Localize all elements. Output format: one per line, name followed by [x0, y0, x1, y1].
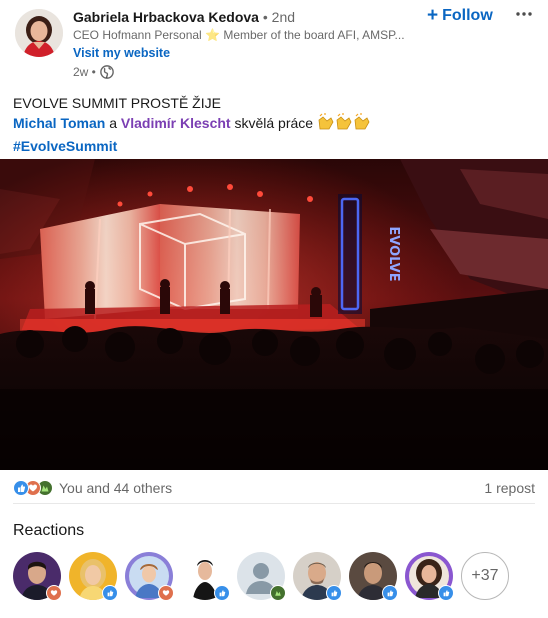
divider [13, 503, 535, 504]
insightful-icon [270, 585, 286, 601]
connection-degree: • 2nd [262, 9, 296, 25]
hashtag-evolvesummit[interactable]: #EvolveSummit [13, 136, 533, 156]
reactors-list: +37 [13, 552, 548, 601]
post-video[interactable]: EVOLVE [0, 159, 548, 470]
author-headline: CEO Hofmann Personal ⭐ Member of the boa… [73, 28, 405, 42]
globe-icon [100, 65, 114, 79]
mention-michal-toman[interactable]: Michal Toman [13, 115, 105, 131]
author-name-row: Gabriela Hrbackova Kedova • 2nd [73, 9, 295, 25]
follow-label: Follow [442, 7, 493, 24]
reactor-avatar[interactable] [13, 552, 62, 601]
reaction-summary[interactable]: You and 44 others [13, 480, 172, 496]
reposts-count[interactable]: 1 repost [484, 480, 535, 496]
post-line-2: Michal Toman a Vladimír Klescht skvělá p… [13, 113, 533, 136]
reactor-avatar[interactable] [405, 552, 454, 601]
reactions-count[interactable]: You and 44 others [59, 480, 172, 496]
follow-button[interactable]: + Follow [427, 5, 493, 27]
like-icon [13, 480, 29, 496]
visit-website-link[interactable]: Visit my website [73, 46, 170, 60]
like-icon [326, 585, 342, 601]
more-options-button[interactable] [513, 3, 535, 25]
mention-vladimir-klescht[interactable]: Vladimír Klescht [121, 115, 231, 131]
plus-icon: + [427, 4, 439, 26]
post-time: 2w • [73, 65, 96, 79]
reactor-avatar[interactable] [69, 552, 118, 601]
reactor-avatar[interactable] [181, 552, 230, 601]
reactor-avatar[interactable] [349, 552, 398, 601]
post-line-1: EVOLVE SUMMIT PROSTĚ ŽIJE [13, 95, 221, 111]
concert-stage-scene: EVOLVE [0, 159, 548, 470]
author-avatar[interactable] [15, 9, 63, 57]
post-header: Gabriela Hrbackova Kedova • 2nd CEO Hofm… [0, 0, 548, 90]
reactor-avatar[interactable] [293, 552, 342, 601]
like-icon [382, 585, 398, 601]
reactions-heading: Reactions [13, 522, 85, 539]
like-icon [214, 585, 230, 601]
author-photo [15, 9, 63, 57]
video-neon-sign: EVOLVE [386, 226, 401, 281]
more-reactors-button[interactable]: +37 [461, 552, 509, 600]
like-icon [438, 585, 454, 601]
reactor-avatar[interactable] [237, 552, 286, 601]
post-connector: a [109, 115, 117, 131]
post-text: EVOLVE SUMMIT PROSTĚ ŽIJE Michal Toman a… [13, 93, 533, 156]
post-meta: 2w • [73, 65, 114, 79]
love-icon [46, 585, 62, 601]
post-line-2-tail: skvělá práce [234, 115, 314, 131]
love-icon [158, 585, 174, 601]
clapping-hands-icon [317, 113, 371, 136]
ellipsis-icon [516, 12, 532, 16]
like-icon [102, 585, 118, 601]
author-name[interactable]: Gabriela Hrbackova Kedova [73, 9, 259, 25]
social-counts-row: You and 44 others 1 repost [13, 478, 535, 498]
reactor-avatar[interactable] [125, 552, 174, 601]
